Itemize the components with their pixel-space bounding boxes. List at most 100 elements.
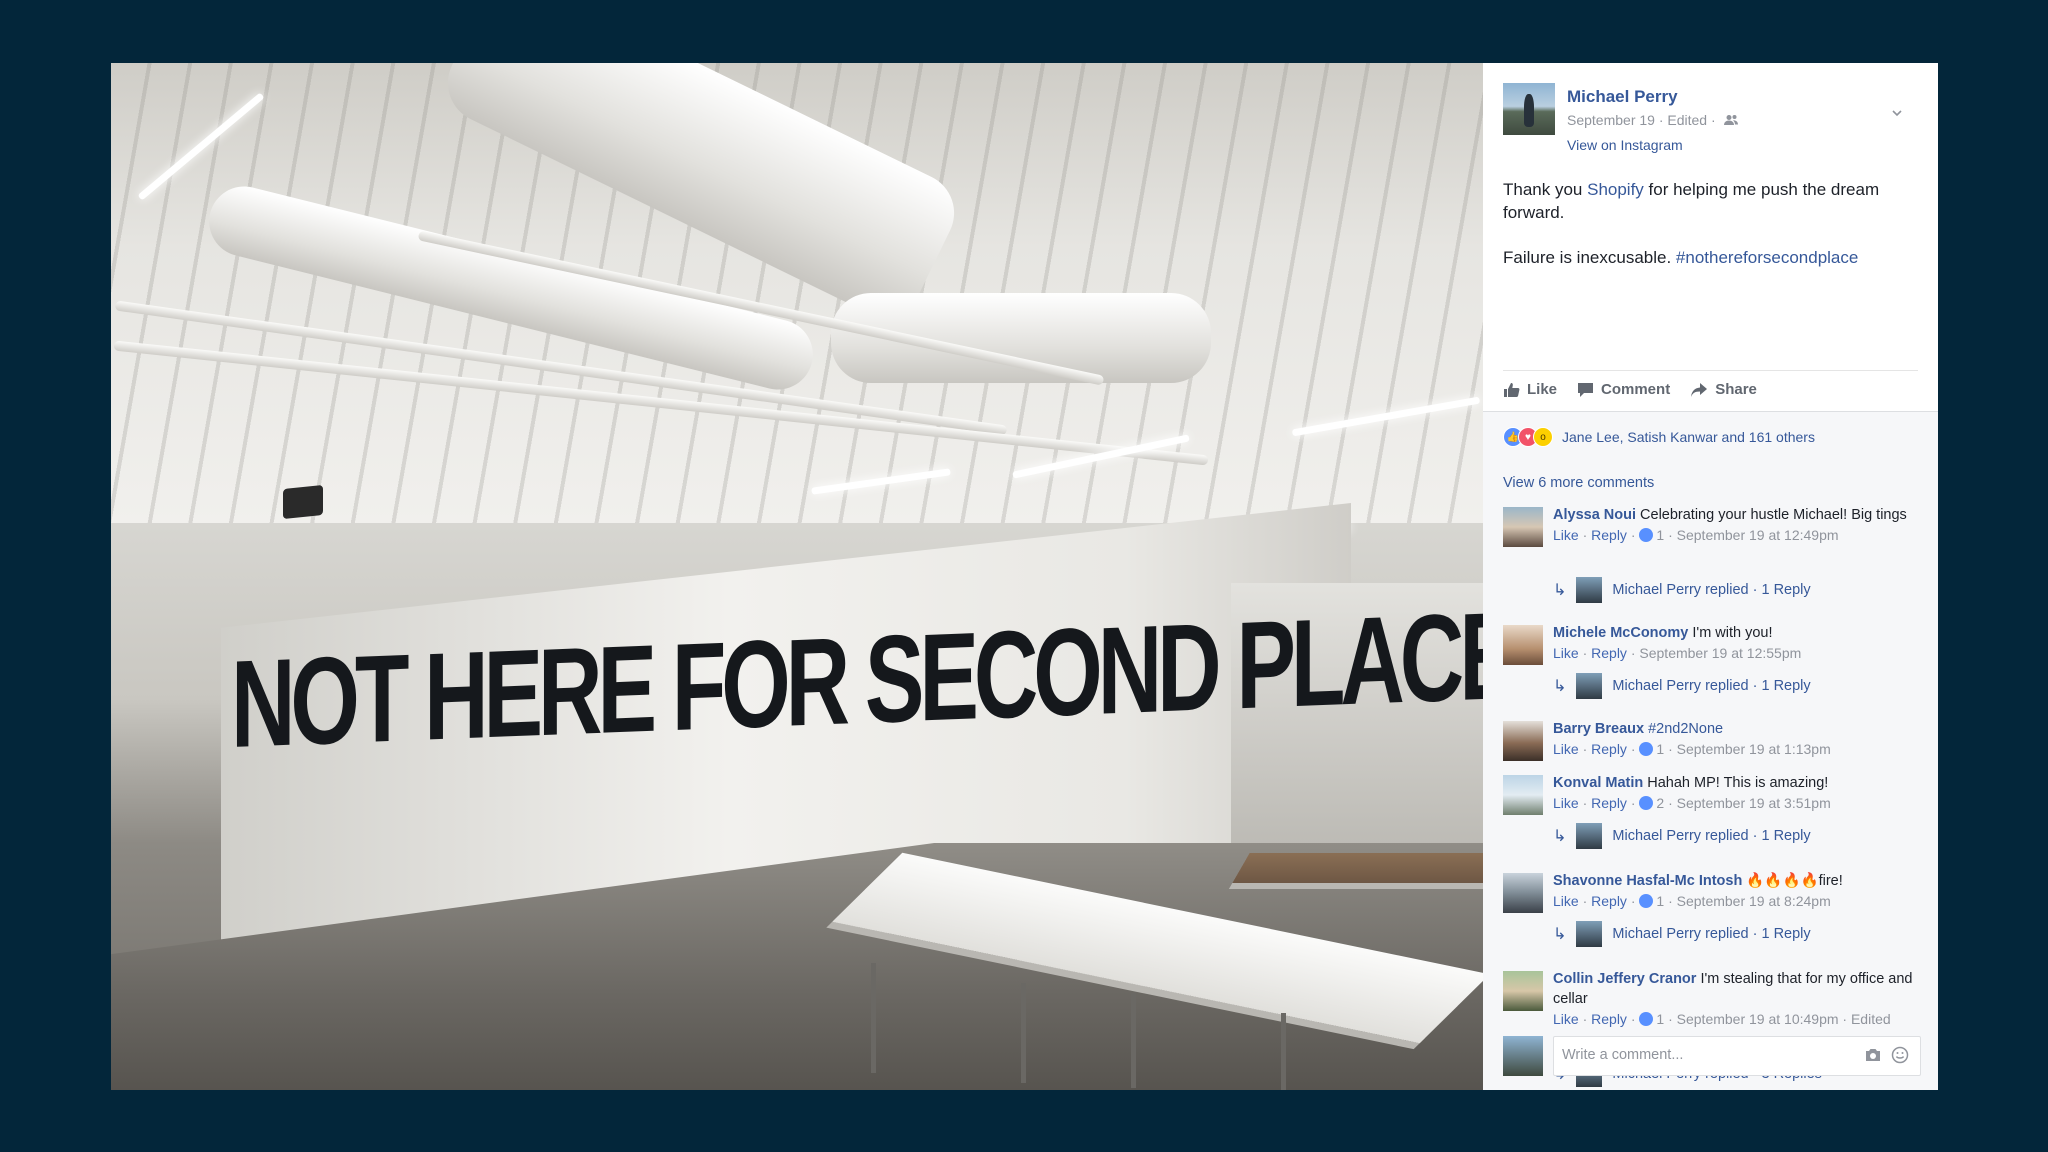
commenter-avatar[interactable] (1503, 971, 1543, 1011)
reply-arrow-icon: ↳ (1553, 828, 1567, 845)
commenter-avatar[interactable] (1503, 507, 1543, 547)
comment-like-count[interactable]: 1 (1656, 893, 1664, 909)
reply-arrow-icon: ↳ (1553, 926, 1567, 943)
comment-reply-link[interactable]: Reply (1591, 795, 1627, 811)
share-button[interactable]: Share (1690, 381, 1757, 398)
replier-avatar (1576, 823, 1603, 849)
replies-link[interactable]: ↳ Michael Perry replied · 1 Reply (1553, 673, 1811, 699)
comment-like-link[interactable]: Like (1553, 795, 1579, 811)
comment-body: Alyssa Noui Celebrating your hustle Mich… (1553, 505, 1923, 545)
comment-like-link[interactable]: Like (1553, 527, 1579, 543)
comment-reply-link[interactable]: Reply (1591, 527, 1627, 543)
comment-text: Celebrating your hustle Michael! Big tin… (1640, 507, 1907, 523)
shopify-link[interactable]: Shopify (1587, 180, 1644, 199)
commenter-name[interactable]: Shavonne Hasfal-Mc Intosh (1553, 873, 1742, 889)
replies-link[interactable]: ↳ Michael Perry replied · 1 Reply (1553, 577, 1811, 603)
view-on-instagram-link[interactable]: View on Instagram (1567, 137, 1683, 153)
reactions-summary[interactable]: 👍 ♥ o Jane Lee, Satish Kanwar and 161 ot… (1503, 427, 1815, 447)
commenter-name[interactable]: Michele McConomy (1553, 625, 1688, 641)
like-count-icon (1639, 1012, 1654, 1026)
comment-like-count[interactable]: 1 (1656, 741, 1664, 757)
comment-text: Hahah MP! This is amazing! (1647, 775, 1829, 791)
comment-body: Collin Jeffery Cranor I'm stealing that … (1553, 969, 1923, 1029)
comment-icon (1578, 382, 1594, 397)
wow-reaction-icon: o (1533, 427, 1553, 447)
comment-placeholder: Write a comment... (1562, 1047, 1684, 1063)
commenter-name[interactable]: Collin Jeffery Cranor (1553, 971, 1696, 987)
comment-body: Konval Matin Hahah MP! This is amazing! … (1553, 773, 1923, 813)
comment-input[interactable]: Write a comment... (1553, 1036, 1921, 1076)
comment-like-count[interactable]: 1 (1656, 527, 1664, 543)
comment-time[interactable]: September 19 at 12:49pm (1677, 527, 1839, 543)
hashtag-link[interactable]: #nothereforsecondplace (1676, 248, 1858, 267)
post-timestamp[interactable]: September 19 · Edited · (1567, 112, 1716, 128)
post-text-line-2: Failure is inexcusable. #nothereforsecon… (1503, 246, 1923, 269)
comment-like-count[interactable]: 1 (1656, 1011, 1664, 1027)
commenter-name[interactable]: Konval Matin (1553, 775, 1643, 791)
replies-text: Michael Perry replied · 1 Reply (1612, 678, 1811, 694)
like-count-icon (1639, 742, 1654, 756)
commenter-name[interactable]: Alyssa Noui (1553, 507, 1636, 523)
post-meta: September 19 · Edited · (1567, 112, 1739, 128)
comment-time[interactable]: September 19 at 12:55pm (1639, 645, 1801, 661)
comment-button[interactable]: Comment (1577, 381, 1670, 398)
commenter-avatar[interactable] (1503, 873, 1543, 913)
comment-time[interactable]: September 19 at 3:51pm (1677, 795, 1831, 811)
comment-body: Shavonne Hasfal-Mc Intosh 🔥🔥🔥🔥fire! Like… (1553, 871, 1923, 911)
comment-text: 🔥🔥🔥🔥fire! (1746, 873, 1843, 889)
emoji-icon[interactable] (1891, 1046, 1909, 1064)
friends-audience-icon[interactable] (1723, 114, 1739, 126)
like-count-icon (1639, 894, 1654, 908)
commenter-name[interactable]: Barry Breaux (1553, 721, 1644, 737)
comment-time[interactable]: September 19 at 8:24pm (1677, 893, 1831, 909)
divider (1503, 370, 1918, 371)
reactions-names[interactable]: Jane Lee, Satish Kanwar and 161 others (1562, 429, 1815, 445)
view-more-comments-link[interactable]: View 6 more comments (1503, 475, 1654, 491)
like-count-icon (1639, 796, 1654, 810)
comment-like-count[interactable]: 2 (1656, 795, 1664, 811)
replies-link[interactable]: ↳ Michael Perry replied · 1 Reply (1553, 921, 1811, 947)
post-text-fragment: Failure is inexcusable. (1503, 248, 1676, 267)
post-text-line-1: Thank you Shopify for helping me push th… (1503, 178, 1923, 224)
camera-icon[interactable] (1864, 1046, 1882, 1064)
post-photo[interactable]: NOT HERE FOR SECOND PLACE. (111, 63, 1483, 1090)
author-name[interactable]: Michael Perry (1567, 87, 1678, 107)
thumbs-up-icon (1504, 382, 1520, 397)
comment-reply-link[interactable]: Reply (1591, 1011, 1627, 1027)
replies-text: Michael Perry replied · 1 Reply (1612, 582, 1811, 598)
comment-reply-link[interactable]: Reply (1591, 893, 1627, 909)
comment-like-link[interactable]: Like (1553, 645, 1579, 661)
chevron-down-icon[interactable] (1891, 107, 1903, 119)
post-sidebar: Michael Perry September 19 · Edited · Vi… (1483, 63, 1938, 1090)
photo-table-leg (871, 963, 876, 1073)
like-label: Like (1527, 381, 1558, 398)
replier-avatar (1576, 921, 1603, 947)
comment-like-link[interactable]: Like (1553, 893, 1579, 909)
post-actions: Like Comment Share (1503, 381, 1757, 398)
comment-time[interactable]: September 19 at 1:13pm (1677, 741, 1831, 757)
comment-meta: Like · Reply · 2 · September 19 at 3:51p… (1553, 795, 1831, 811)
share-arrow-icon (1691, 382, 1708, 397)
replier-avatar (1576, 673, 1603, 699)
post-body: Thank you Shopify for helping me push th… (1503, 178, 1923, 291)
comment-body: Barry Breaux #2nd2None Like · Reply · 1 … (1553, 719, 1923, 759)
comment-hashtag[interactable]: #2nd2None (1648, 721, 1723, 737)
photo-table-leg (1281, 1013, 1286, 1090)
comment-like-link[interactable]: Like (1553, 741, 1579, 757)
post-text-fragment: Thank you (1503, 180, 1588, 199)
author-avatar[interactable] (1503, 83, 1555, 135)
replies-text: Michael Perry replied · 1 Reply (1612, 828, 1811, 844)
comment-reply-link[interactable]: Reply (1591, 645, 1627, 661)
comment-time[interactable]: September 19 at 10:49pm · Edited (1677, 1011, 1891, 1027)
commenter-avatar[interactable] (1503, 625, 1543, 665)
commenter-avatar[interactable] (1503, 775, 1543, 815)
comment-reply-link[interactable]: Reply (1591, 741, 1627, 757)
comment-meta: Like · Reply · 1 · September 19 at 12:49… (1553, 527, 1839, 543)
photo-table (1232, 853, 1483, 883)
like-button[interactable]: Like (1503, 381, 1557, 398)
comment-composer: Write a comment... (1503, 1036, 1923, 1078)
commenter-avatar[interactable] (1503, 721, 1543, 761)
comment-like-link[interactable]: Like (1553, 1011, 1579, 1027)
like-count-icon (1639, 528, 1654, 542)
replies-link[interactable]: ↳ Michael Perry replied · 1 Reply (1553, 823, 1811, 849)
